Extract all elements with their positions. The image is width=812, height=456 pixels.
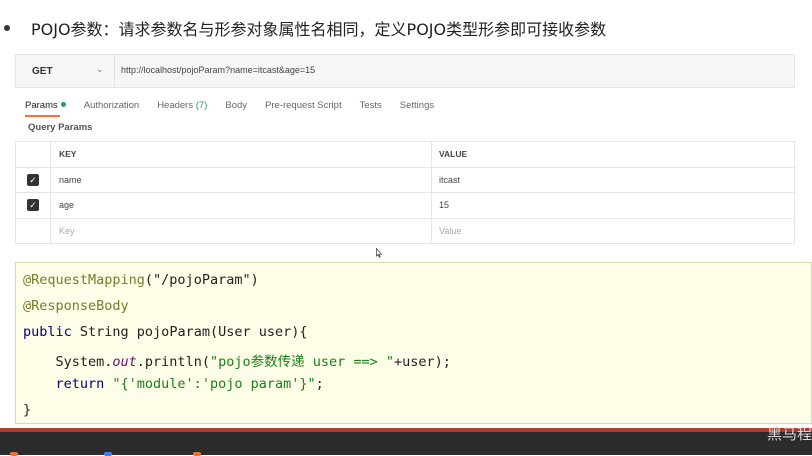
- code-annotation: @ResponseBody: [23, 298, 129, 314]
- tab-settings[interactable]: Settings: [400, 100, 434, 111]
- url-input[interactable]: http://localhost/pojoParam?name=itcast&a…: [121, 65, 315, 75]
- taskbar-app-icon[interactable]: [104, 452, 112, 456]
- code-keyword: public: [23, 324, 72, 340]
- code-string: "pojo参数传递 user ==> ": [209, 354, 394, 370]
- postman-request-panel: GET ⌄ http://localhost/pojoParam?name=it…: [15, 50, 795, 244]
- header-value: VALUE: [431, 141, 795, 168]
- method-label: GET: [32, 65, 53, 77]
- code-string: "{'module':'pojo param'}": [104, 376, 316, 392]
- code-text: String pojoParam(User user){: [71, 324, 308, 340]
- checkbox-checked-icon[interactable]: ✓: [27, 199, 39, 212]
- code-field: out: [112, 354, 137, 370]
- tab-authorization[interactable]: Authorization: [84, 100, 139, 111]
- tab-params[interactable]: Params: [25, 99, 66, 117]
- url-bar: GET ⌄ http://localhost/pojoParam?name=it…: [15, 54, 795, 88]
- bullet-heading: POJO参数：请求参数名与形参对象属性名相同，定义POJO类型形参即可接收参数: [0, 14, 606, 42]
- tab-params-label: Params: [25, 99, 58, 111]
- code-line-1: @RequestMapping("/pojoParam"): [23, 272, 259, 290]
- new-value-input[interactable]: Value: [431, 217, 795, 244]
- tab-headers-label: Headers: [157, 99, 194, 111]
- bullet-dot: [4, 25, 10, 31]
- params-active-dot-icon: [60, 102, 66, 108]
- code-line-3: public String pojoParam(User user){: [23, 324, 307, 342]
- taskbar-app-icon[interactable]: [10, 452, 18, 456]
- code-text: +user);: [394, 354, 451, 370]
- code-line-5: return "{'module':'pojo param'}";: [23, 376, 324, 394]
- bullet-text: POJO参数：请求参数名与形参对象属性名相同，定义POJO类型形参即可接收参数: [31, 20, 607, 39]
- watermark-logo: 黑马程: [766, 425, 812, 443]
- header-check-cell: [15, 141, 51, 168]
- code-text: ("/pojoParam"): [144, 272, 259, 288]
- tab-body[interactable]: Body: [225, 100, 247, 111]
- code-annotation: @RequestMapping: [23, 272, 145, 288]
- code-line-2: @ResponseBody: [23, 298, 129, 316]
- taskbar-app-icon[interactable]: [193, 452, 201, 456]
- tab-headers-count: (7): [195, 99, 208, 111]
- code-text: .println(: [136, 354, 210, 370]
- code-text: }: [23, 402, 32, 418]
- tab-headers[interactable]: Headers (7): [157, 100, 207, 111]
- query-params-title: Query Params: [28, 122, 93, 133]
- checkbox-checked-icon[interactable]: ✓: [27, 173, 39, 186]
- param-value-cell[interactable]: itcast: [431, 166, 795, 193]
- row-checkbox-cell: ✓: [15, 192, 51, 219]
- method-select[interactable]: GET ⌄: [16, 55, 115, 87]
- request-tabs: Params Authorization Headers (7) Body Pr…: [25, 97, 452, 117]
- row-checkbox-cell: ✓: [15, 166, 51, 193]
- table-row: ✓ name itcast: [15, 166, 795, 193]
- code-text: System.: [23, 354, 113, 370]
- code-text: ;: [315, 376, 324, 392]
- code-keyword: return: [23, 376, 105, 392]
- param-value-cell[interactable]: 15: [431, 192, 795, 219]
- tab-tests[interactable]: Tests: [360, 100, 382, 111]
- tab-pre-request-script[interactable]: Pre-request Script: [265, 100, 342, 111]
- table-row: ✓ age 15: [15, 192, 795, 219]
- table-row-new: Key Value: [15, 217, 795, 244]
- param-key-cell[interactable]: age: [50, 192, 432, 219]
- query-params-table: KEY VALUE ✓ name itcast ✓ age 15 Key Val…: [15, 141, 795, 244]
- empty-check-cell: [15, 217, 51, 244]
- taskbar: [0, 432, 812, 456]
- code-line-4: System.out.println("pojo参数传递 user ==> "+…: [23, 350, 451, 370]
- table-header-row: KEY VALUE: [15, 141, 795, 168]
- code-line-6: }: [23, 402, 31, 420]
- param-key-cell[interactable]: name: [50, 166, 432, 193]
- header-key: KEY: [50, 141, 432, 168]
- mouse-cursor-icon: [376, 248, 382, 258]
- code-block: @RequestMapping("/pojoParam") @ResponseB…: [15, 262, 812, 424]
- new-key-input[interactable]: Key: [50, 217, 432, 244]
- chevron-down-icon: ⌄: [96, 64, 104, 74]
